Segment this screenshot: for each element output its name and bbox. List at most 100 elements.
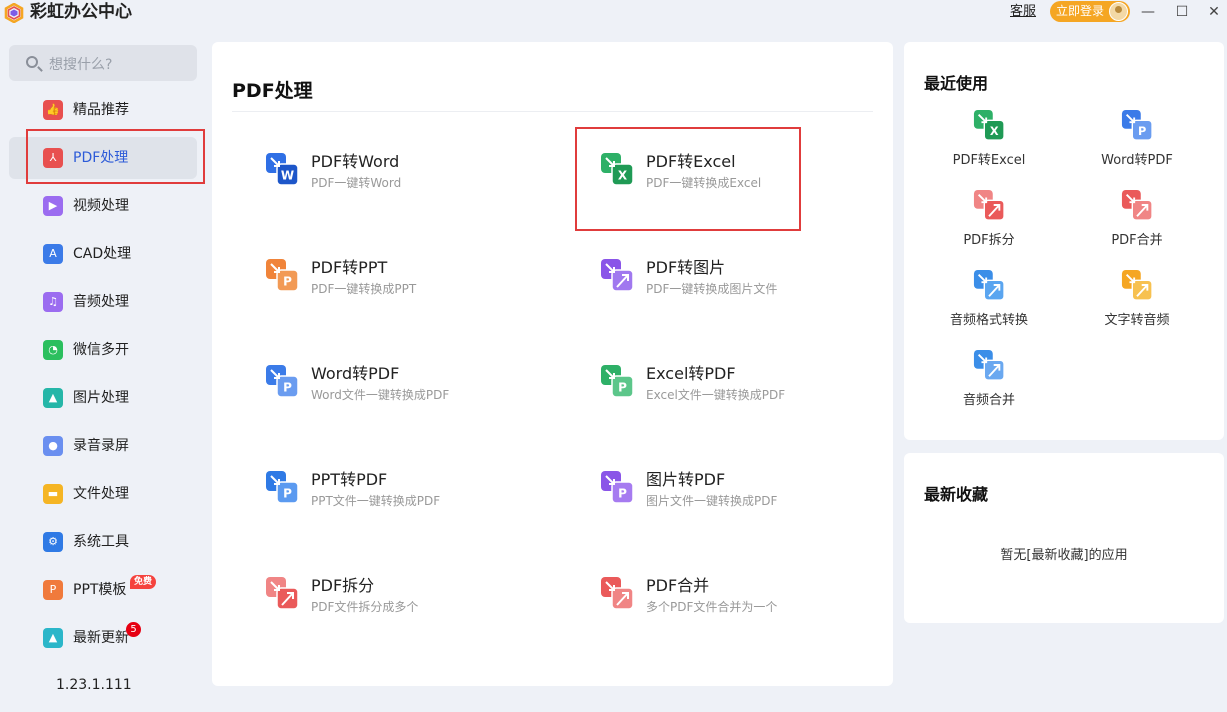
tool-card-pdf-split[interactable]: PDF拆分 PDF文件拆分成多个 [265,576,565,636]
sidebar-item-10[interactable]: P PPT模板 免费 [9,569,197,611]
highlight-box-pdf-to-excel [575,127,801,231]
pdf-split-icon [266,577,299,610]
sidebar-item-11[interactable]: ▲ 最新更新 5 [9,617,197,659]
pdf-to-image-icon [601,259,634,292]
tool-description: Word文件一键转换成PDF [311,388,450,402]
sidebar-item-label: 视频处理 [73,198,129,214]
recent-item[interactable]: 音频格式转换 [929,269,1049,329]
text-to-audio-icon [1121,269,1153,301]
divider [232,111,873,112]
tool-icon-wrapper [600,258,634,292]
tool-card-image-to-pdf[interactable]: P 图片转PDF 图片文件一键转换成PDF [600,470,900,530]
tool-card-excel-to-pdf[interactable]: P Excel转PDF Excel文件一键转换成PDF [600,364,900,424]
title-bar: 彩虹办公中心 客服 立即登录 — ☐ ✕ [0,0,1227,26]
favorites-title: 最新收藏 [924,485,989,504]
svg-text:X: X [990,125,999,138]
recent-icon-wrapper [1121,269,1153,301]
tool-card-pdf-to-ppt[interactable]: P PDF转PPT PDF一键转换成PPT [265,258,565,318]
customer-service-link[interactable]: 客服 [1010,4,1036,20]
recent-item[interactable]: X PDF转Excel [929,109,1049,169]
pdf-to-word-icon: W [266,153,299,186]
svg-text:P: P [283,487,292,501]
sidebar-item-label: 图片处理 [73,390,129,406]
word-to-pdf-icon: P [1121,109,1153,141]
recent-item[interactable]: P Word转PDF [1077,109,1197,169]
sidebar-item-label: 文件处理 [73,486,129,502]
search-input[interactable]: 想搜什么? [9,45,197,81]
recent-item-label: PDF拆分 [963,233,1015,248]
login-button[interactable]: 立即登录 [1050,1,1130,22]
sidebar-item-9[interactable]: ⚙ 系统工具 [9,521,197,563]
free-badge: 免费 [130,575,157,589]
recent-item-label: PDF转Excel [952,153,1026,168]
sidebar-item-label: 录音录屏 [73,438,129,454]
recent-item[interactable]: 音频合并 [929,349,1049,409]
tool-card-ppt-to-pdf[interactable]: P PPT转PDF PPT文件一键转换成PDF [265,470,565,530]
sidebar-item-2[interactable]: ▶ 视频处理 [9,185,197,227]
sidebar-item-label: 微信多开 [73,342,129,358]
tool-icon-wrapper [265,576,299,610]
tool-card-word-to-pdf[interactable]: P Word转PDF Word文件一键转换成PDF [265,364,565,424]
sidebar-item-4[interactable]: ♫ 音频处理 [9,281,197,323]
maximize-icon[interactable]: ☐ [1172,2,1192,22]
sidebar-item-5[interactable]: ◔ 微信多开 [9,329,197,371]
recent-icon-wrapper [973,349,1005,381]
tool-description: PDF一键转换成图片文件 [646,282,778,296]
minimize-icon[interactable]: — [1138,2,1158,22]
svg-text:P: P [283,275,292,289]
tool-card-pdf-to-word[interactable]: W PDF转Word PDF一键转Word [265,152,565,212]
sidebar-item-label: PPT模板 [73,582,127,598]
recent-icon-wrapper: P [1121,109,1153,141]
excel-to-pdf-icon: P [601,365,634,398]
tool-card-pdf-to-image[interactable]: PDF转图片 PDF一键转换成图片文件 [600,258,900,318]
update-count-badge: 5 [126,622,141,637]
wechat-icon: ◔ [43,340,63,360]
sidebar-item-3[interactable]: A CAD处理 [9,233,197,275]
avatar-icon [1109,2,1128,21]
recent-title: 最近使用 [924,74,989,93]
sidebar-item-label: 系统工具 [73,534,129,550]
tool-name: PDF转图片 [646,258,726,277]
recent-item-label: 文字转音频 [1104,313,1170,328]
sidebar-item-7[interactable]: ● 录音录屏 [9,425,197,467]
ppt-to-pdf-icon: P [266,471,299,504]
sidebar-item-6[interactable]: ▲ 图片处理 [9,377,197,419]
pdf-to-ppt-icon: P [266,259,299,292]
recent-item-label: PDF合并 [1111,233,1163,248]
tool-icon-wrapper [600,576,634,610]
pdf-to-excel-icon: X [973,109,1005,141]
recent-item-label: Word转PDF [1101,153,1173,168]
tool-description: 图片文件一键转换成PDF [646,494,778,508]
tool-name: Word转PDF [311,364,400,383]
recent-item[interactable]: 文字转音频 [1077,269,1197,329]
tool-icon-wrapper: W [265,152,299,186]
app-title: 彩虹办公中心 [30,2,132,22]
upload-icon: ▲ [43,628,63,648]
sidebar-item-8[interactable]: ▬ 文件处理 [9,473,197,515]
sidebar-item-0[interactable]: 👍 精品推荐 [9,89,197,131]
image-to-pdf-icon: P [601,471,634,504]
pdf-merge-icon [601,577,634,610]
recent-item[interactable]: PDF合并 [1077,189,1197,249]
tool-icon-wrapper: P [265,470,299,504]
tool-icon-wrapper: P [265,258,299,292]
microphone-icon: ● [43,436,63,456]
ppt-icon: P [43,580,63,600]
audio-convert-icon [973,269,1005,301]
svg-text:P: P [1138,125,1146,138]
tool-description: 多个PDF文件合并为一个 [646,600,778,614]
recent-item[interactable]: PDF拆分 [929,189,1049,249]
tool-card-pdf-merge[interactable]: PDF合并 多个PDF文件合并为一个 [600,576,900,636]
tool-name: PPT转PDF [311,470,388,489]
tool-description: PDF文件拆分成多个 [311,600,419,614]
search-icon [26,56,38,68]
version-label: 1.23.1.111 [56,677,132,693]
highlight-box-pdf [26,129,205,184]
page-title: PDF处理 [232,80,313,102]
close-icon[interactable]: ✕ [1204,2,1224,22]
tool-icon-wrapper: P [600,364,634,398]
tool-name: PDF拆分 [311,576,375,595]
svg-text:P: P [618,487,627,501]
tool-icon-wrapper: P [265,364,299,398]
image-icon: ▲ [43,388,63,408]
